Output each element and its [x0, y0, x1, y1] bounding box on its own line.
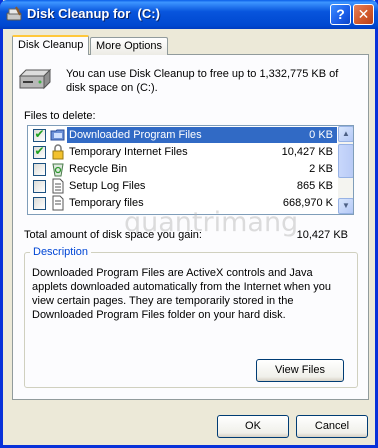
total-gain-label: Total amount of disk space you gain:: [24, 229, 202, 241]
check-icon: ✔: [34, 127, 45, 141]
checkbox[interactable]: [33, 180, 46, 193]
checkbox[interactable]: [33, 163, 46, 176]
document-icon: [52, 178, 64, 194]
scroll-up-button[interactable]: ▲: [338, 126, 353, 142]
checkbox[interactable]: ✔: [33, 144, 46, 159]
files-to-delete-label: Files to delete:: [24, 110, 96, 122]
list-item-downloaded-program-files[interactable]: ✔ Downloaded Program Files 0 KB: [29, 127, 337, 143]
title-bar[interactable]: Disk Cleanup for (C:) ? ✕: [0, 0, 378, 29]
file-size: 668,970 K: [282, 197, 333, 209]
checkbox[interactable]: [33, 197, 46, 210]
description-title: Description: [30, 246, 92, 258]
file-size: 10,427 KB: [281, 146, 333, 158]
list-item-recycle-bin[interactable]: Recycle Bin 2 KB: [29, 161, 337, 177]
vertical-scrollbar[interactable]: ▲ ▼: [338, 126, 353, 214]
close-button[interactable]: ✕: [353, 4, 374, 25]
tab-disk-cleanup[interactable]: Disk Cleanup: [12, 35, 90, 55]
cancel-button[interactable]: Cancel: [296, 415, 368, 438]
description-text: Downloaded Program Files are ActiveX con…: [32, 267, 332, 321]
scroll-thumb[interactable]: [338, 144, 353, 178]
scroll-down-button[interactable]: ▼: [338, 198, 353, 214]
lock-icon: [52, 144, 64, 160]
help-button[interactable]: ?: [330, 4, 351, 25]
view-files-button[interactable]: View Files: [256, 359, 344, 382]
file-size: 865 KB: [296, 180, 333, 192]
file-size: 2 KB: [309, 163, 333, 175]
check-icon: ✔: [34, 144, 45, 158]
files-list[interactable]: ✔ Downloaded Program Files 0 KB ✔ Tempor…: [27, 125, 354, 215]
ok-button[interactable]: OK: [217, 415, 289, 438]
recycle-bin-icon: [52, 163, 64, 177]
list-item-setup-log-files[interactable]: Setup Log Files 865 KB: [29, 178, 337, 194]
window-title: Disk Cleanup for (C:): [27, 6, 160, 21]
disk-cleanup-icon: [6, 6, 22, 21]
intro-text: You can use Disk Cleanup to free up to 1…: [66, 68, 339, 94]
tab-more-options[interactable]: More Options: [90, 37, 169, 55]
hard-drive-icon: [18, 68, 52, 90]
list-item-temporary-internet-files[interactable]: ✔ Temporary Internet Files 10,427 KB: [29, 144, 337, 160]
total-gain-value: 10,427 KB: [296, 229, 348, 241]
folder-icon: [50, 129, 65, 141]
document-icon: [52, 195, 64, 211]
list-item-temporary-files[interactable]: Temporary files 668,970 K: [29, 195, 337, 211]
checkbox[interactable]: ✔: [33, 127, 46, 142]
help-icon: ?: [336, 6, 345, 22]
file-size: 0 KB: [259, 127, 337, 143]
close-icon: ✕: [357, 6, 370, 22]
